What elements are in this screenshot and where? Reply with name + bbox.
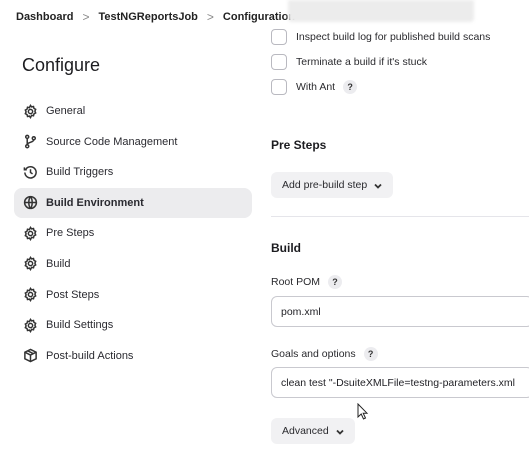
sidebar-item-general[interactable]: General — [14, 96, 252, 126]
globe-icon — [22, 195, 38, 211]
sidebar: General Source Code Management Build Tri… — [14, 96, 252, 371]
goals-options-label: Goals and options ? — [271, 347, 378, 361]
sidebar-item-label: General — [46, 105, 86, 117]
sidebar-item-build[interactable]: Build — [14, 249, 252, 279]
mouse-cursor-icon — [357, 402, 369, 421]
button-label: Advanced — [282, 425, 329, 437]
sidebar-item-label: Build Settings — [46, 319, 114, 332]
page-title: Configure — [22, 55, 101, 75]
root-pom-label: Root POM ? — [271, 275, 343, 289]
checkbox-row-with-ant: With Ant ? — [271, 79, 358, 95]
sidebar-item-post-build-actions[interactable]: Post-build Actions — [14, 341, 252, 371]
clock-icon — [22, 164, 38, 180]
sidebar-item-source-code-management[interactable]: Source Code Management — [14, 127, 252, 157]
sidebar-item-pre-steps[interactable]: Pre Steps — [14, 218, 252, 248]
sidebar-item-label: Source Code Management — [46, 135, 178, 148]
help-icon[interactable]: ? — [328, 275, 343, 289]
sidebar-item-label: Build Environment — [46, 196, 144, 209]
package-icon — [22, 348, 38, 364]
with-ant-checkbox[interactable] — [271, 79, 287, 95]
inspect-build-log-checkbox[interactable] — [271, 29, 287, 45]
gear-icon — [22, 103, 38, 119]
help-icon[interactable]: ? — [343, 80, 358, 94]
sidebar-item-build-environment[interactable]: Build Environment — [14, 187, 252, 218]
breadcrumb-job[interactable]: TestNGReportsJob — [98, 11, 197, 23]
field-label-text: Goals and options — [271, 348, 356, 360]
chevron-down-icon — [374, 181, 382, 189]
breadcrumb-separator: > — [206, 10, 214, 24]
advanced-button[interactable]: Advanced — [271, 418, 355, 444]
sidebar-item-label: Post-build Actions — [46, 349, 134, 362]
sidebar-item-label: Post Steps — [46, 288, 100, 301]
gear-icon — [22, 256, 38, 272]
section-divider — [271, 216, 529, 217]
sidebar-item-post-steps[interactable]: Post Steps — [14, 280, 252, 310]
breadcrumb-separator: > — [82, 10, 90, 24]
button-label: Add pre-build step — [282, 179, 368, 191]
checkbox-label: With Ant — [296, 81, 336, 93]
sidebar-item-build-settings[interactable]: Build Settings — [14, 310, 252, 340]
checkbox-label: Inspect build log for published build sc… — [296, 31, 491, 43]
field-label-text: Root POM — [271, 276, 321, 288]
chevron-down-icon — [336, 427, 344, 435]
gear-icon — [22, 317, 38, 333]
checkbox-row-inspect-build-log: Inspect build log for published build sc… — [271, 29, 490, 45]
help-icon[interactable]: ? — [363, 347, 378, 361]
build-heading: Build — [271, 241, 301, 255]
breadcrumb-dashboard[interactable]: Dashboard — [16, 11, 73, 23]
sidebar-item-label: Pre Steps — [46, 227, 95, 240]
gear-icon — [22, 225, 38, 241]
sidebar-item-label: Build Triggers — [46, 166, 114, 179]
root-pom-input[interactable]: pom.xml — [271, 296, 529, 327]
config-form: Inspect build log for published build sc… — [271, 0, 529, 459]
sidebar-item-label: Build — [46, 257, 71, 270]
terminate-stuck-build-checkbox[interactable] — [271, 54, 287, 70]
gear-icon — [22, 287, 38, 303]
add-pre-build-step-button[interactable]: Add pre-build step — [271, 172, 394, 198]
branch-icon — [22, 134, 38, 150]
goals-options-input[interactable]: clean test "-DsuiteXMLFile=testng-parame… — [271, 367, 529, 398]
sidebar-item-build-triggers[interactable]: Build Triggers — [14, 157, 252, 187]
pre-steps-heading: Pre Steps — [271, 138, 327, 152]
checkbox-row-terminate-stuck: Terminate a build if it's stuck — [271, 54, 427, 70]
checkbox-label: Terminate a build if it's stuck — [296, 56, 427, 68]
